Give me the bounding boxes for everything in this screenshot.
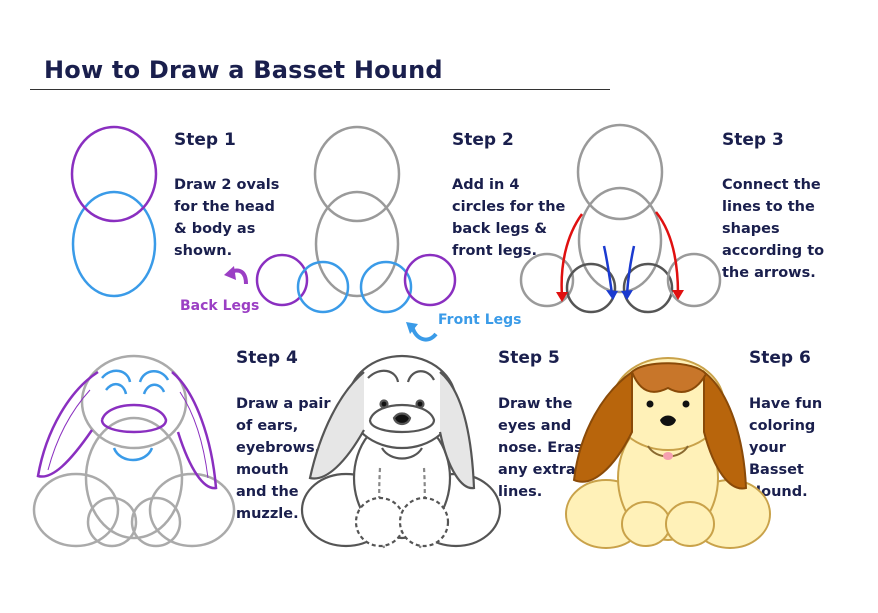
step-5-left-eye <box>379 399 389 409</box>
right-ear <box>171 371 218 490</box>
step-3-drawing <box>519 123 722 314</box>
back-leg-right-circle <box>403 253 457 307</box>
front-leg-right-circle <box>359 260 413 314</box>
drawing-canvas <box>32 123 771 549</box>
step-1-drawing <box>70 125 158 298</box>
step-5-drawing <box>300 354 502 549</box>
step-4-drawing <box>32 354 236 548</box>
step-5-nose <box>392 412 412 426</box>
head-oval <box>70 125 158 223</box>
step-2-drawing <box>255 125 457 314</box>
front-legs-arrow <box>406 322 438 342</box>
mouth <box>112 447 154 462</box>
back-legs-arrow <box>224 266 248 285</box>
step-5-right-eye <box>415 399 425 409</box>
step-6-drawing <box>565 357 771 549</box>
step-2-body-oval <box>314 190 400 298</box>
eyebrows <box>101 369 170 383</box>
